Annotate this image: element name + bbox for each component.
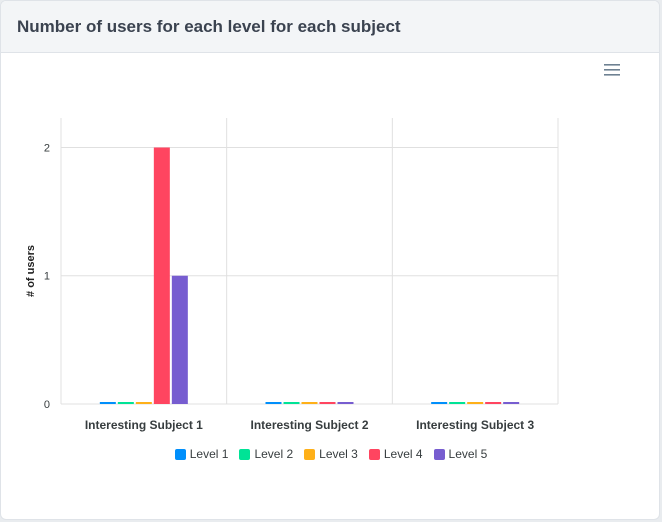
bar-level-4-2 (319, 402, 336, 404)
legend-item-level-1[interactable]: Level 1 (174, 447, 229, 461)
bar-level-2-2 (283, 402, 300, 404)
bar-level-4-3 (485, 402, 502, 404)
legend-label: Level 2 (254, 447, 294, 461)
legend-item-level-2[interactable]: Level 2 (239, 447, 293, 461)
x-category-label: Interesting Subject 3 (416, 418, 534, 432)
x-category-label: Interesting Subject 2 (250, 418, 368, 432)
legend-marker (368, 448, 380, 460)
legend-item-level-4[interactable]: Level 4 (368, 447, 423, 461)
bar-level-1-1 (99, 402, 116, 404)
bar-level-5-2 (337, 402, 354, 404)
bar-level-3-2 (301, 402, 318, 404)
y-tick-label: 0 (44, 399, 50, 411)
chart-card: Number of users for each level for each … (0, 0, 660, 520)
y-axis-label: # of users (25, 245, 37, 297)
bar-level-5-3 (503, 402, 520, 404)
bar-level-5-1 (171, 275, 188, 404)
legend-label: Level 3 (319, 447, 358, 461)
bar-level-1-2 (265, 402, 282, 404)
legend-marker (174, 448, 186, 460)
legend-marker (304, 448, 316, 460)
legend-label: Level 1 (189, 447, 229, 461)
chart-legend: Level 1 Level 2 Level 3 Level 4 Level 5 (1, 447, 659, 461)
legend-marker (239, 448, 251, 460)
bar-chart: 0 1 2 # of users Interesting Subject 1 Intere… (25, 118, 559, 432)
legend-item-level-3[interactable]: Level 3 (304, 447, 358, 461)
legend-item-level-5[interactable]: Level 5 (433, 447, 488, 461)
legend-marker (433, 448, 445, 460)
y-tick-label: 2 (44, 142, 50, 154)
legend-label: Level 5 (448, 447, 488, 461)
bar-level-2-3 (449, 402, 466, 404)
legend-label: Level 4 (383, 447, 423, 461)
x-category-label: Interesting Subject 1 (85, 418, 203, 432)
bar-level-3-1 (135, 402, 152, 404)
y-tick-label: 1 (44, 271, 50, 283)
bar-level-4-1 (153, 147, 170, 405)
bar-level-1-3 (431, 402, 448, 404)
bar-level-2-1 (117, 402, 134, 404)
bar-level-3-3 (467, 402, 484, 404)
